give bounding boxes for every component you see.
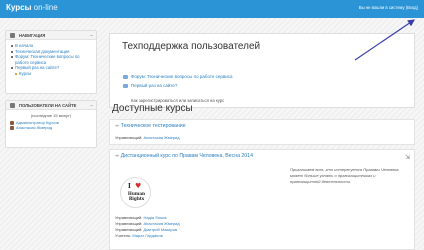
support-title: Техподдержка пользователей — [122, 41, 261, 52]
users-online-header: ПОЛЬЗОВАТЕЛИ НА САЙТЕ − — [6, 101, 96, 110]
teacher-link[interactable]: Нaдia Sosna — [144, 215, 167, 220]
course-card: ⇒ Техническое тестирование Управляющий: А… — [109, 119, 415, 145]
users-online-title: ПОЛЬЗОВАТЕЛИ НА САЙТЕ — [19, 103, 77, 108]
nav-item-forum[interactable]: Форум: Технические вопросы по работе сер… — [10, 54, 92, 65]
course-teacher: Управляющий: Нaдia Sosna — [115, 215, 167, 220]
navigation-header: НАВИГАЦИЯ − — [6, 31, 96, 40]
course-teacher: Управляющий: Дмитрий Макаров — [115, 227, 178, 232]
folder-icon — [15, 72, 17, 75]
login-info[interactable]: Вы не вошли в систему (Вход) — [359, 5, 418, 10]
users-icon — [10, 103, 15, 108]
heart-icon: ♥ — [135, 182, 142, 190]
course-title-link[interactable]: ⇒ Техническое тестирование — [115, 123, 186, 129]
course-icon: ⇒ — [115, 153, 119, 158]
logo-line-2: Rights — [128, 196, 145, 201]
support-panel: Техподдержка пользователей Форум: Технич… — [109, 33, 415, 108]
navigation-title: НАВИГАЦИЯ — [19, 33, 46, 38]
bullet-icon — [11, 67, 13, 70]
collapse-icon[interactable]: − — [90, 102, 93, 111]
bullet-icon — [11, 56, 13, 59]
human-rights-logo: I ♥ Human Rights — [120, 177, 151, 208]
navigation-block: НАВИГАЦИЯ − В начало Техническая докумен… — [5, 30, 97, 94]
brand-name: Курсы — [6, 3, 32, 12]
forum-icon — [123, 75, 128, 79]
users-online-block: ПОЛЬЗОВАТЕЛИ НА САЙТЕ − (последние 15 ми… — [5, 100, 97, 148]
support-forum-link[interactable]: Форум: Технические вопросы по работе сер… — [131, 74, 233, 79]
teacher-link[interactable]: Марат Гарданов — [132, 233, 162, 238]
teacher-link[interactable]: Анастасия Жмерид — [144, 135, 180, 140]
users-online-body: (последние 15 минут) Администратор Курсо… — [6, 110, 96, 133]
avatar — [10, 120, 14, 125]
bullet-icon — [11, 50, 13, 53]
page-body: НАВИГАЦИЯ − В начало Техническая докумен… — [0, 18, 424, 250]
navigation-list: В начало Техническая документация Форум:… — [6, 40, 96, 80]
course-icon: ⇒ — [115, 123, 119, 128]
navigation-icon — [10, 33, 15, 38]
teacher-link[interactable]: Анастасия Жмерид — [144, 221, 180, 226]
users-online-period: (последние 15 минут) — [30, 113, 72, 118]
teacher-link[interactable]: Дмитрий Макаров — [144, 227, 178, 232]
collapse-icon[interactable]: − — [90, 32, 93, 41]
site-brand[interactable]: Курсы on-line — [6, 3, 58, 12]
course-description: Приглашаем всех, кто интересуется Правам… — [290, 167, 400, 184]
first-time-link[interactable]: Первый раз на сайте? — [131, 83, 177, 88]
course-teacher: Управляющий: Анастасия Жмерид — [115, 221, 180, 226]
avatar — [10, 125, 14, 130]
online-user[interactable]: Анастасия Жмерид — [10, 125, 92, 130]
courses-section-title: Доступные курсы — [112, 103, 193, 114]
course-teacher: Управляющий: Анастасия Жмерид — [115, 135, 180, 140]
brand-suffix: on-line — [33, 3, 58, 12]
course-card: ⇒ Дистанционный курс по Правам Человека, … — [109, 149, 415, 250]
course-teacher: Учитель: Марат Гарданов — [115, 233, 163, 238]
nav-item-courses[interactable]: Курсы — [10, 71, 92, 77]
course-title-link[interactable]: ⇒ Дистанционный курс по Правам Человека, … — [115, 153, 253, 159]
logo-letter: I — [128, 183, 131, 190]
top-bar: Курсы on-line Вы не вошли в систему (Вхо… — [0, 0, 424, 18]
enter-course-icon[interactable]: ⇲ — [405, 154, 410, 161]
bullet-icon — [11, 45, 13, 47]
forum-icon — [123, 84, 128, 88]
